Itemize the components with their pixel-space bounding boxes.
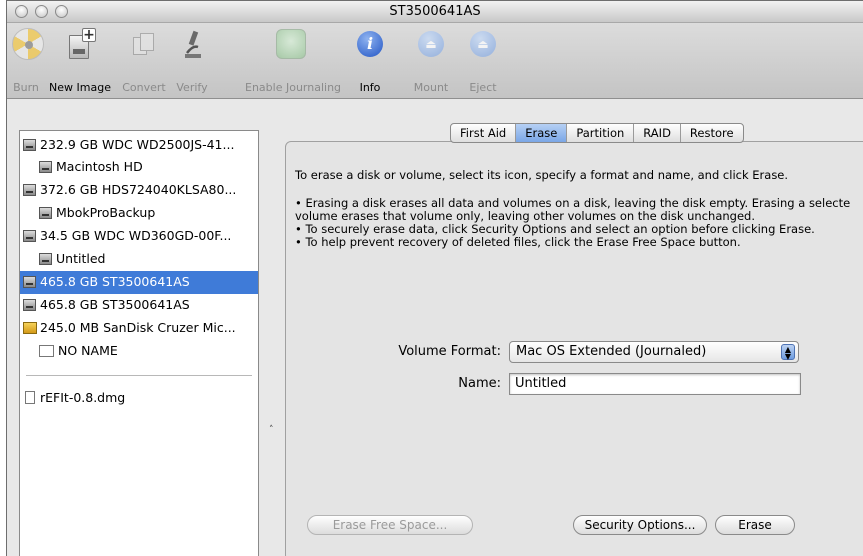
sidebar-item-usb-drive[interactable]: 245.0 MB SanDisk Cruzer Mic... xyxy=(20,317,258,340)
blank-volume-icon xyxy=(39,345,54,357)
sidebar-item-disk-image[interactable]: rEFIt-0.8.dmg xyxy=(20,387,258,410)
tab-bar: First Aid Erase Partition RAID Restore xyxy=(450,123,744,143)
new-image-icon: + xyxy=(63,27,97,61)
tab-first-aid[interactable]: First Aid xyxy=(451,124,517,142)
convert-icon xyxy=(127,27,161,61)
volume-icon xyxy=(39,253,52,265)
erase-intro-text: To erase a disk or volume, select its ic… xyxy=(295,168,789,182)
burn-button[interactable]: Burn xyxy=(11,27,44,94)
convert-button[interactable]: Convert xyxy=(119,27,169,94)
eject-label: Eject xyxy=(469,81,497,94)
hard-disk-icon xyxy=(23,230,36,242)
sidebar-item-volume[interactable]: MbokProBackup xyxy=(20,202,258,225)
info-icon: i xyxy=(353,27,387,61)
sidebar-item-label: 372.6 GB HDS724040KLSA80... xyxy=(40,182,237,197)
mount-button[interactable]: ⏏ Mount xyxy=(413,27,449,94)
sidebar-item-label: NO NAME xyxy=(58,343,118,358)
toolbar: Burn + New Image Convert Verify Enable J… xyxy=(7,23,863,99)
sidebar-item-disk[interactable]: 372.6 GB HDS724040KLSA80... xyxy=(20,179,258,202)
burn-icon xyxy=(11,27,45,61)
tab-partition[interactable]: Partition xyxy=(567,124,635,142)
erase-free-space-button[interactable]: Erase Free Space... xyxy=(307,515,473,535)
mount-label: Mount xyxy=(413,81,449,94)
enable-journaling-label: Enable Journaling xyxy=(245,81,342,94)
tab-erase[interactable]: Erase xyxy=(516,124,568,142)
popup-arrows-icon: ▲ ▼ xyxy=(781,344,795,361)
burn-label: Burn xyxy=(13,81,39,94)
eject-button[interactable]: ⏏ Eject xyxy=(466,27,500,94)
sidebar-item-disk[interactable]: 34.5 GB WDC WD360GD-00F... xyxy=(20,225,258,248)
sidebar-divider xyxy=(26,375,252,376)
verify-button[interactable]: Verify xyxy=(173,27,211,94)
journal-icon xyxy=(273,27,307,61)
sidebar-item-label: 465.8 GB ST3500641AS xyxy=(40,274,190,289)
sidebar-item-disk-selected[interactable]: 465.8 GB ST3500641AS xyxy=(20,271,258,294)
sidebar-item-disk[interactable]: 232.9 GB WDC WD2500JS-41... xyxy=(20,134,258,157)
window-title: ST3500641AS xyxy=(389,4,481,19)
sidebar-item-disk[interactable]: 465.8 GB ST3500641AS xyxy=(20,294,258,317)
erase-bullet-3: • To help prevent recovery of deleted fi… xyxy=(295,235,741,249)
hard-disk-icon xyxy=(23,184,36,196)
sidebar-item-label: 34.5 GB WDC WD360GD-00F... xyxy=(40,228,232,243)
title-bar[interactable]: ST3500641AS xyxy=(7,1,863,23)
verify-label: Verify xyxy=(176,81,208,94)
info-label: Info xyxy=(359,81,381,94)
convert-label: Convert xyxy=(122,81,166,94)
sidebar-item-label: Macintosh HD xyxy=(56,159,143,174)
hard-disk-icon xyxy=(23,276,36,288)
info-button[interactable]: i Info xyxy=(353,27,387,94)
sidebar-item-volume[interactable]: Macintosh HD xyxy=(20,156,258,179)
sidebar-item-volume[interactable]: Untitled xyxy=(20,248,258,271)
erase-button[interactable]: Erase xyxy=(715,515,795,535)
sidebar-item-label: 232.9 GB WDC WD2500JS-41... xyxy=(40,137,235,152)
name-label: Name: xyxy=(458,376,501,391)
eject-icon: ⏏ xyxy=(466,27,500,61)
sidebar-item-label: rEFIt-0.8.dmg xyxy=(40,390,126,405)
disk-image-file-icon xyxy=(25,391,35,404)
volume-format-select[interactable]: Mac OS Extended (Journaled) ▲ ▼ xyxy=(509,341,799,363)
splitter-handle[interactable]: ˄ xyxy=(269,425,274,435)
hard-disk-icon xyxy=(23,139,36,151)
disk-list-sidebar[interactable]: 232.9 GB WDC WD2500JS-41... Macintosh HD… xyxy=(19,130,259,556)
tab-restore[interactable]: Restore xyxy=(681,124,743,142)
sidebar-item-label: 465.8 GB ST3500641AS xyxy=(40,297,190,312)
sidebar-item-volume[interactable]: NO NAME xyxy=(20,340,258,363)
volume-icon xyxy=(39,207,52,219)
sidebar-item-label: MbokProBackup xyxy=(56,205,156,220)
new-image-label: New Image xyxy=(49,81,111,94)
microscope-icon xyxy=(175,27,209,61)
usb-drive-icon xyxy=(23,322,37,334)
sidebar-item-label: 245.0 MB SanDisk Cruzer Mic... xyxy=(40,320,236,335)
new-image-button[interactable]: + New Image xyxy=(47,27,113,94)
sidebar-item-label: Untitled xyxy=(56,251,106,266)
disk-utility-window: ST3500641AS Burn + New Image Convert Ver… xyxy=(6,0,863,556)
hard-disk-icon xyxy=(23,299,36,311)
tab-raid[interactable]: RAID xyxy=(634,124,681,142)
security-options-button[interactable]: Security Options... xyxy=(573,515,707,535)
volume-format-value: Mac OS Extended (Journaled) xyxy=(516,344,707,359)
volume-icon xyxy=(39,161,52,173)
enable-journaling-button[interactable]: Enable Journaling xyxy=(245,27,342,94)
mount-icon: ⏏ xyxy=(414,27,448,61)
volume-name-field[interactable]: Untitled xyxy=(509,373,801,395)
volume-format-label: Volume Format: xyxy=(398,344,501,359)
